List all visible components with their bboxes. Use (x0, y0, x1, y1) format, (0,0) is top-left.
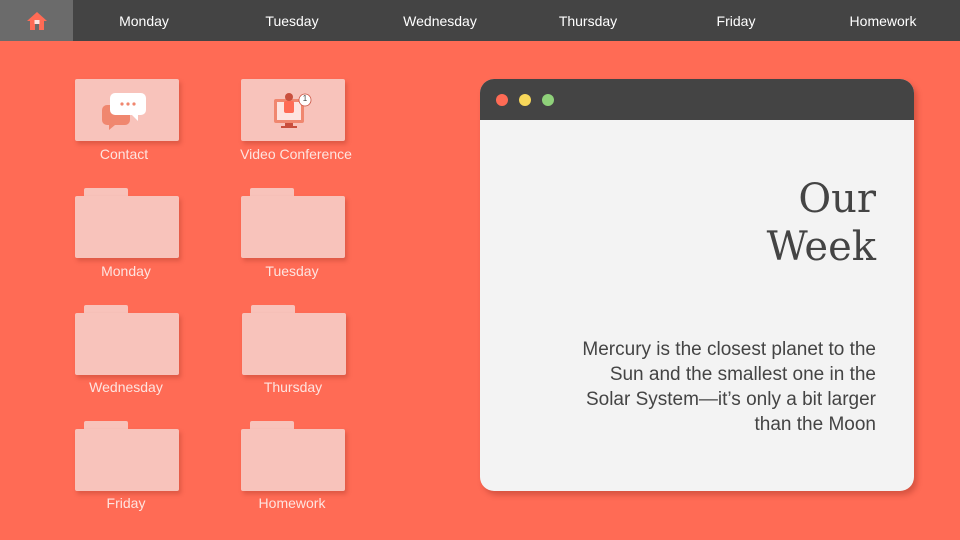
home-tab[interactable] (0, 0, 73, 41)
folder-thursday[interactable]: Thursday (242, 305, 362, 400)
folder-wednesday[interactable]: Wednesday (75, 305, 195, 400)
home-icon (26, 11, 47, 30)
folder-friday[interactable]: Friday (75, 421, 195, 516)
maximize-dot-icon[interactable] (542, 94, 554, 106)
video-conference-icon (274, 93, 312, 128)
window-body-text: Mercury is the closest planet to the Sun… (582, 339, 876, 435)
notification-badge: 1 (302, 94, 308, 103)
folder-tuesday[interactable]: Tuesday (241, 188, 361, 283)
heading-line-2: Week (766, 224, 876, 270)
folder-monday[interactable]: Monday (75, 188, 195, 283)
video-conference-app[interactable]: 1 Video Conference (230, 79, 356, 169)
folder-label: Tuesday (265, 263, 319, 279)
nav-tuesday[interactable]: Tuesday (227, 0, 357, 41)
chat-bubbles-icon (102, 93, 146, 130)
contact-tile (75, 79, 179, 141)
top-nav-bar: Monday Tuesday Wednesday Thursday Friday… (0, 0, 960, 41)
window-title-bar (480, 79, 914, 120)
video-conference-tile: 1 (241, 79, 345, 141)
folder-label: Friday (106, 495, 146, 511)
nav-thursday[interactable]: Thursday (523, 0, 653, 41)
nav-wednesday[interactable]: Wednesday (375, 0, 505, 41)
folder-label: Thursday (263, 379, 323, 395)
nav-monday[interactable]: Monday (79, 0, 209, 41)
folder-label: Homework (258, 495, 326, 511)
folder-label: Wednesday (89, 379, 163, 395)
video-conference-label: Video Conference (240, 146, 352, 162)
folder-homework[interactable]: Homework (241, 421, 361, 516)
window-heading: Our Week (576, 175, 876, 271)
info-window: Our Week Mercury is the closest planet t… (480, 79, 914, 491)
heading-line-1: Our (798, 176, 876, 222)
contact-app[interactable]: Contact (64, 79, 184, 169)
nav-friday[interactable]: Friday (671, 0, 801, 41)
nav-homework[interactable]: Homework (818, 0, 948, 41)
close-dot-icon[interactable] (496, 94, 508, 106)
minimize-dot-icon[interactable] (519, 94, 531, 106)
folder-label: Monday (101, 263, 151, 279)
contact-label: Contact (99, 146, 149, 162)
